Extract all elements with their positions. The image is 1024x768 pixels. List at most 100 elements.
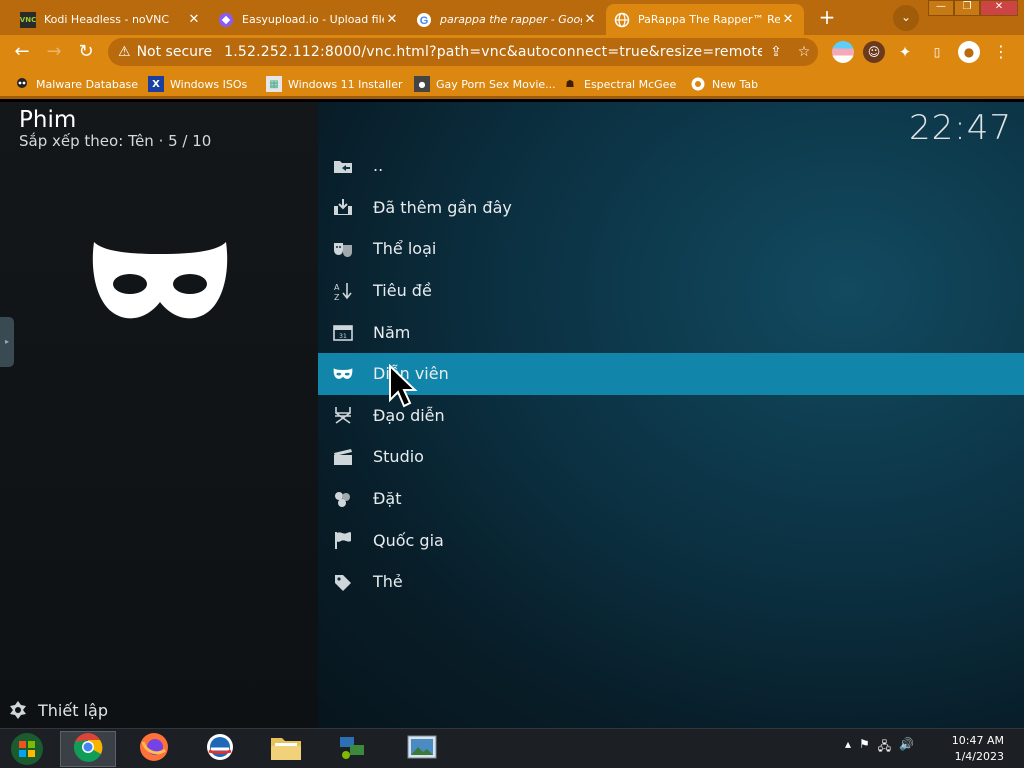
tag-icon <box>332 571 354 593</box>
genres-icon <box>332 238 354 260</box>
list-item-label: Đã thêm gần đây <box>373 197 512 217</box>
kodi-info-panel <box>0 102 318 728</box>
google-icon: G <box>416 12 432 28</box>
bookmark-star-icon[interactable]: ☆ <box>790 44 818 60</box>
svg-text:31: 31 <box>339 333 347 340</box>
list-item[interactable]: Thể loại <box>318 228 1024 270</box>
show-hidden-icons-icon[interactable]: ▴ <box>845 737 851 758</box>
list-item-label: .. <box>373 156 384 176</box>
menu-kebab-icon[interactable]: ⋮ <box>990 41 1012 63</box>
close-tab-icon[interactable]: ✕ <box>186 12 202 27</box>
bookmark-espectral-mcgee[interactable]: ☗ Espectral McGee <box>562 75 677 93</box>
list-item[interactable]: AZ Tiêu đề <box>318 270 1024 312</box>
list-item[interactable]: Đặt <box>318 478 1024 520</box>
close-window-button[interactable]: ✕ <box>980 0 1018 16</box>
new-tab-button[interactable]: + <box>815 6 839 30</box>
url-text[interactable]: 1.52.252.112:8000/vnc.html?path=vnc&auto… <box>224 44 762 60</box>
list-item-label: Thẻ <box>373 572 403 592</box>
tab-google-search[interactable]: G parappa the rapper - Google ✕ <box>408 4 606 35</box>
network-icon[interactable]: 🖧 <box>878 737 891 758</box>
mouse-cursor-icon <box>388 363 418 412</box>
tab-search-button[interactable]: ⌄ <box>893 5 919 31</box>
tab-title: Kodi Headless - noVNC <box>44 13 170 26</box>
svg-text:A: A <box>334 283 340 292</box>
list-item-label: Quốc gia <box>373 530 444 550</box>
ie-icon <box>205 732 235 766</box>
taskbar-photo-viewer[interactable] <box>394 731 450 767</box>
bookmark-label: Malware Database <box>36 77 139 91</box>
restore-button[interactable]: ❐ <box>954 0 980 16</box>
close-tab-icon[interactable]: ✕ <box>384 12 400 27</box>
svg-text:G: G <box>420 15 429 27</box>
tab-easyupload[interactable]: Easyupload.io - Upload file ✕ <box>210 4 408 35</box>
address-bar[interactable]: ⚠ Not secure 1.52.252.112:8000/vnc.html?… <box>108 38 818 66</box>
network-app-icon <box>336 733 368 765</box>
list-item-label: Năm <box>373 322 411 342</box>
browser-toolbar: ← → ↻ ⚠ Not secure 1.52.252.112:8000/vnc… <box>0 35 1024 69</box>
system-date: 1/4/2023 <box>954 750 1004 763</box>
firefox-icon <box>139 732 169 766</box>
sort-az-icon: AZ <box>332 280 354 302</box>
reload-icon[interactable]: ↻ <box>72 38 100 66</box>
action-center-flag-icon[interactable]: ⚑ <box>859 737 870 758</box>
tab-parappa[interactable]: PaRappa The Rapper™ Remastered ✕ <box>606 4 804 35</box>
list-item-label: Tiêu đề <box>373 281 432 301</box>
list-item[interactable]: 31 Năm <box>318 311 1024 353</box>
taskbar-firefox[interactable] <box>126 731 182 767</box>
chrome-icon <box>73 732 103 766</box>
taskbar-file-explorer[interactable] <box>258 731 314 767</box>
tab-title: PaRappa The Rapper™ Remastered <box>638 13 780 26</box>
kodi-menu-list: .. Đã thêm gần đây Thể loại AZ Tiêu đề 3… <box>318 145 1024 603</box>
back-icon[interactable]: ← <box>8 38 36 66</box>
side-panel-icon[interactable]: ▯ <box>926 41 948 63</box>
bookmark-windows-isos[interactable]: X Windows ISOs <box>148 75 247 93</box>
list-item[interactable]: .. <box>318 145 1024 187</box>
forward-icon[interactable]: → <box>40 38 68 66</box>
photo-viewer-icon <box>406 733 438 765</box>
close-tab-icon[interactable]: ✕ <box>582 12 598 27</box>
list-item[interactable]: Quốc gia <box>318 519 1024 561</box>
bookmark-site[interactable]: ● Gay Porn Sex Movie... <box>414 75 556 93</box>
start-button[interactable] <box>0 731 54 767</box>
clapperboard-icon <box>332 446 354 468</box>
bookmarks-bar: Malware Database X Windows ISOs ▦ Window… <box>0 69 1024 99</box>
system-time: 10:47 AM <box>951 734 1004 747</box>
extensions-puzzle-icon[interactable]: ✦ <box>894 41 916 63</box>
back-folder-icon <box>332 155 354 177</box>
system-clock[interactable]: 10:47 AM 1/4/2023 <box>952 733 1004 765</box>
tab-kodi-novnc[interactable]: VNC Kodi Headless - noVNC ✕ <box>12 4 210 35</box>
tab-title: parappa the rapper - Google <box>440 13 582 26</box>
list-item[interactable]: Đã thêm gần đây <box>318 187 1024 229</box>
taskbar-network-app[interactable] <box>324 731 380 767</box>
taskbar-internet-explorer[interactable] <box>192 731 248 767</box>
director-chair-icon <box>332 404 354 426</box>
bookmark-new-tab[interactable]: New Tab <box>690 75 758 93</box>
settings-button[interactable]: Thiết lập <box>8 700 108 720</box>
minimize-button[interactable]: — <box>928 0 954 16</box>
taskbar-chrome[interactable] <box>60 731 116 767</box>
extension-flag-icon[interactable] <box>832 41 854 63</box>
novnc-sidebar-handle[interactable]: ▸ <box>0 317 14 367</box>
recently-added-icon <box>332 196 354 218</box>
list-item[interactable]: Thẻ <box>318 561 1024 603</box>
sort-info: Sắp xếp theo: Tên · 5 / 10 <box>19 132 212 150</box>
list-item[interactable]: Studio <box>318 436 1024 478</box>
list-item-selected[interactable]: Diễn viên <box>318 352 1024 395</box>
list-item-label: Thể loại <box>373 239 437 259</box>
chrome-icon <box>690 76 706 92</box>
calendar-icon: 31 <box>332 321 354 343</box>
bookmark-label: Windows ISOs <box>170 77 248 91</box>
list-item[interactable]: Đạo diễn <box>318 395 1024 437</box>
bookmark-windows-11-installer[interactable]: ▦ Windows 11 Installer <box>266 75 403 93</box>
list-item-label: Đặt <box>373 489 402 509</box>
volume-icon[interactable]: 🔊 <box>899 737 914 758</box>
bookmark-label: Espectral McGee <box>584 77 677 91</box>
profile-avatar-icon[interactable]: ● <box>958 41 980 63</box>
bookmark-label: Windows 11 Installer <box>288 77 403 91</box>
bookmark-malware-database[interactable]: Malware Database <box>14 75 138 93</box>
svg-text:Z: Z <box>334 293 340 301</box>
share-icon[interactable]: ⇪ <box>762 44 790 60</box>
character-icon: ☗ <box>565 78 575 90</box>
profile-avatar-ext-icon[interactable]: ☺ <box>863 41 885 63</box>
close-tab-icon[interactable]: ✕ <box>780 12 796 27</box>
